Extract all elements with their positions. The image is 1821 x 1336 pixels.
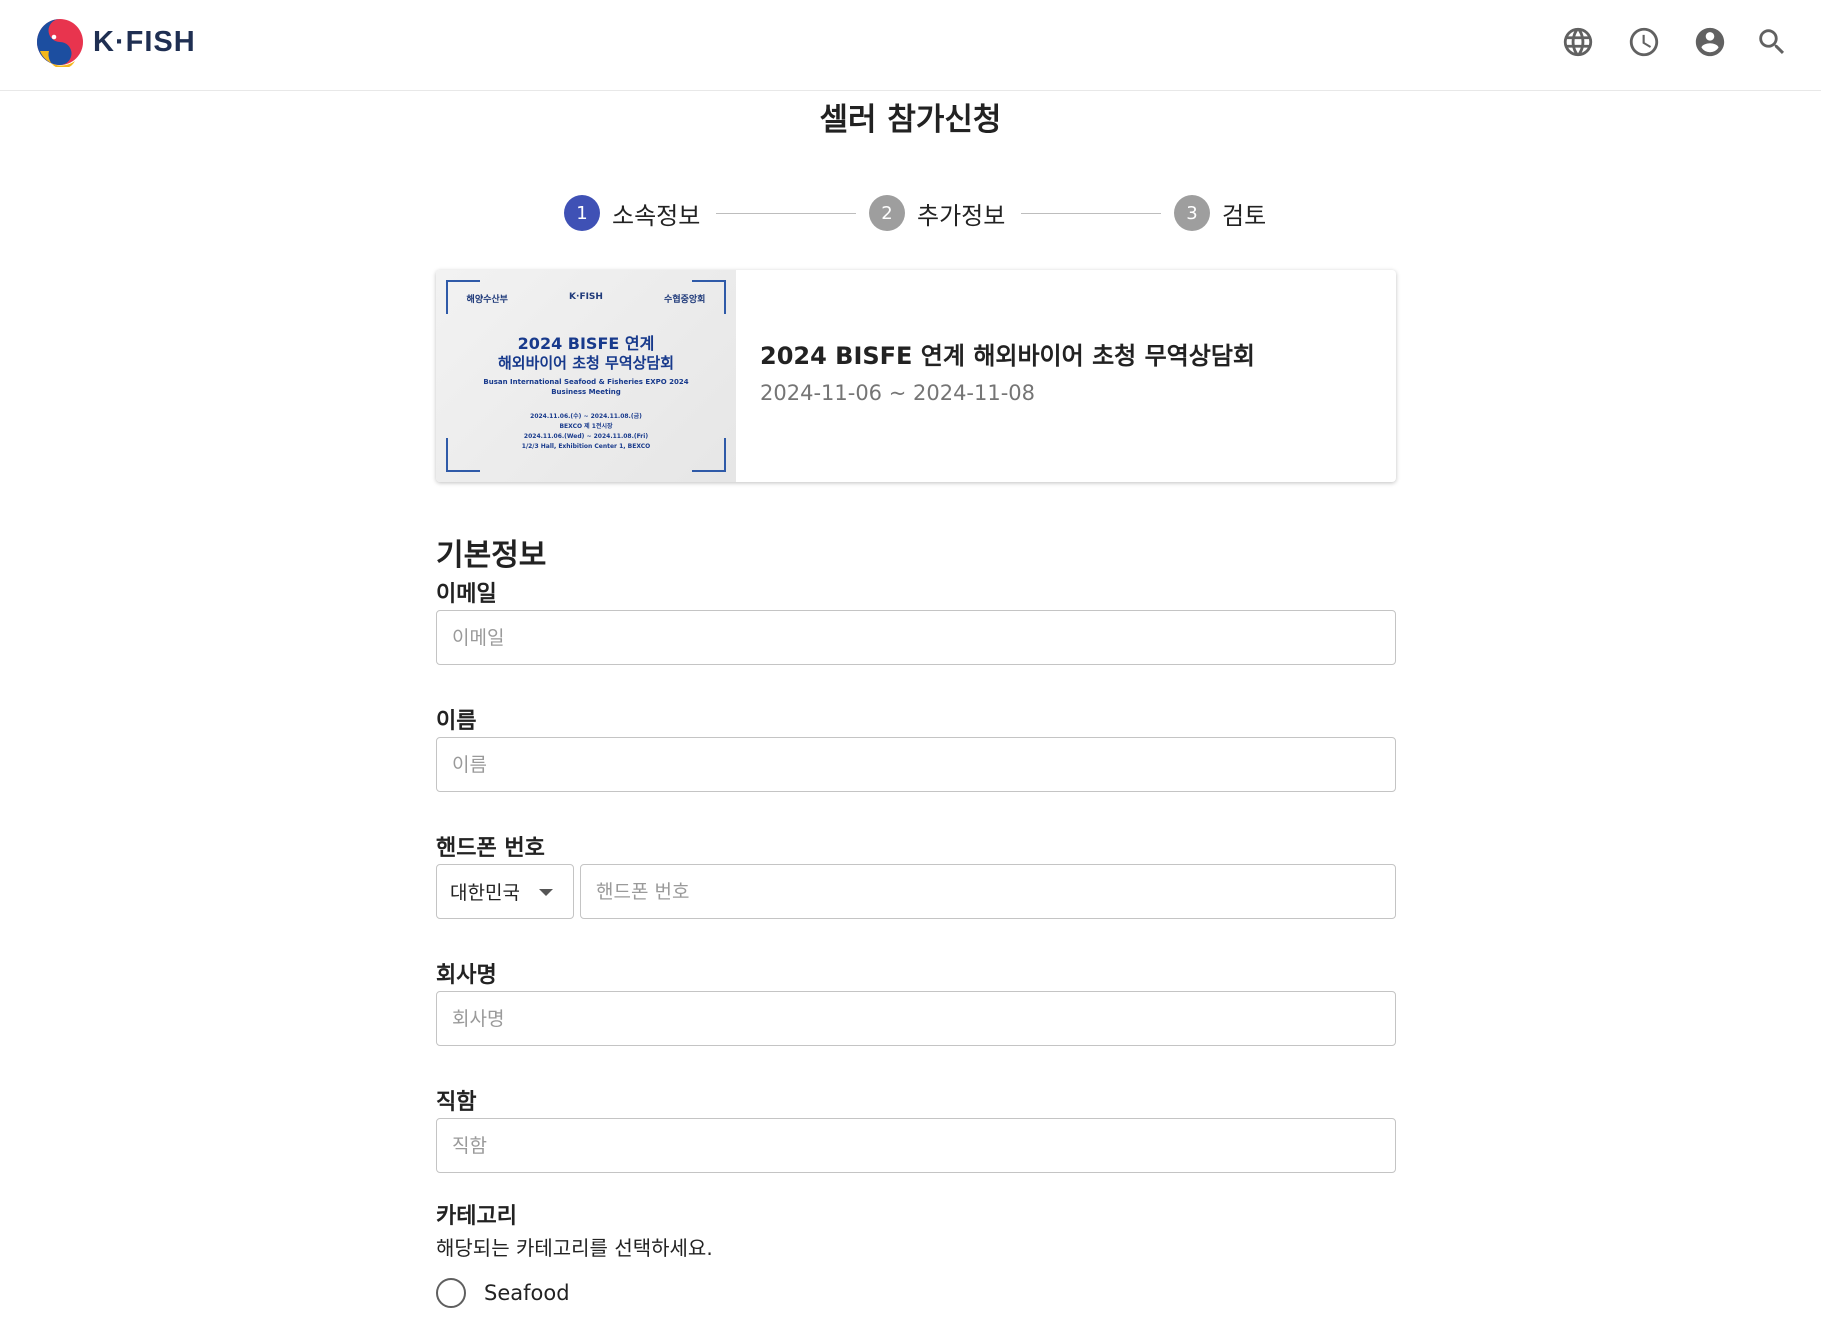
country-code-select[interactable]: 대한민국 [436,864,574,919]
account-icon[interactable] [1693,25,1727,59]
poster-date-line: BEXCO 제 1전시장 [559,423,613,430]
app-header: K·FISH [0,0,1821,91]
name-label: 이름 [436,709,477,734]
email-label: 이메일 [436,582,497,607]
logo-text: K·FISH [93,25,196,58]
email-field[interactable] [436,610,1396,665]
company-field[interactable] [436,991,1396,1046]
page-title: 셀러 참가신청 [819,102,1002,138]
event-poster: 해양수산부 K·FISH 수협중앙회 2024 BISFE 연계 해외바이어 초… [436,270,736,482]
poster-subtitle-line: Business Meeting [551,388,621,396]
step-number: 1 [564,195,600,231]
kfish-logo-icon [35,17,85,69]
poster-logo-suhyup: 수협중앙회 [664,295,706,305]
radio-button[interactable] [436,1278,466,1308]
phone-label: 핸드폰 번호 [436,836,545,861]
section-title-basic-info: 기본정보 [436,538,547,573]
event-dates: 2024-11-06 ~ 2024-11-08 [760,381,1036,405]
poster-date-line: 1/2/3 Hall, Exhibition Center 1, BEXCO [521,443,651,450]
poster-date-line: 2024.11.06.(수) ~ 2024.11.08.(금) [530,413,642,420]
poster-logos: 해양수산부 K·FISH 수협중앙회 [436,292,736,305]
search-icon[interactable] [1755,25,1789,59]
poster-logo-mof: 해양수산부 [466,295,508,305]
poster-dates: 2024.11.06.(수) ~ 2024.11.08.(금) BEXCO 제 … [436,412,736,452]
name-field[interactable] [436,737,1396,792]
step-number: 3 [1174,195,1210,231]
poster-title: 해외바이어 초청 무역상담회 [497,354,675,372]
step-label: 검토 [1222,201,1267,230]
company-label: 회사명 [436,963,497,988]
event-name: 2024 BISFE 연계 해외바이어 초청 무역상담회 [760,342,1255,370]
step-review: 3 검토 [1174,195,1266,231]
step-label: 추가정보 [917,201,1006,230]
position-label: 직함 [436,1090,477,1115]
kfish-logo[interactable]: K·FISH [35,17,196,69]
step-connector [1021,213,1161,214]
application-stepper: 1 소속정보 2 추가정보 3 검토 [564,195,1268,233]
poster-logo-kfish: K·FISH [569,292,603,302]
poster-title: 2024 BISFE 연계 [517,334,655,353]
poster-date-line: 2024.11.06.(Wed) ~ 2024.11.08.(Fri) [523,433,649,440]
radio-label: Seafood [484,1281,570,1305]
category-option-seafood[interactable]: Seafood [436,1278,570,1308]
category-label: 카테고리 [436,1204,517,1229]
step-number: 2 [869,195,905,231]
step-affiliation: 1 소속정보 [564,195,700,231]
poster-subtitle: Busan International Seafood & Fisheries … [436,377,736,397]
step-label: 소속정보 [612,201,701,230]
country-code-value: 대한민국 [450,882,520,904]
event-info: 2024 BISFE 연계 해외바이어 초청 무역상담회 2024-11-06 … [760,336,1255,405]
dropdown-arrow-icon [539,889,553,896]
position-field[interactable] [436,1118,1396,1173]
clock-icon[interactable] [1627,25,1661,59]
step-additional-info: 2 추가정보 [869,195,1005,231]
globe-icon[interactable] [1561,25,1595,59]
poster-subtitle-line: Busan International Seafood & Fisheries … [483,378,689,386]
step-connector [716,213,856,214]
category-description: 해당되는 카테고리를 선택하세요. [436,1236,713,1260]
event-card: 해양수산부 K·FISH 수협중앙회 2024 BISFE 연계 해외바이어 초… [436,270,1396,482]
phone-number-field[interactable] [580,864,1396,919]
